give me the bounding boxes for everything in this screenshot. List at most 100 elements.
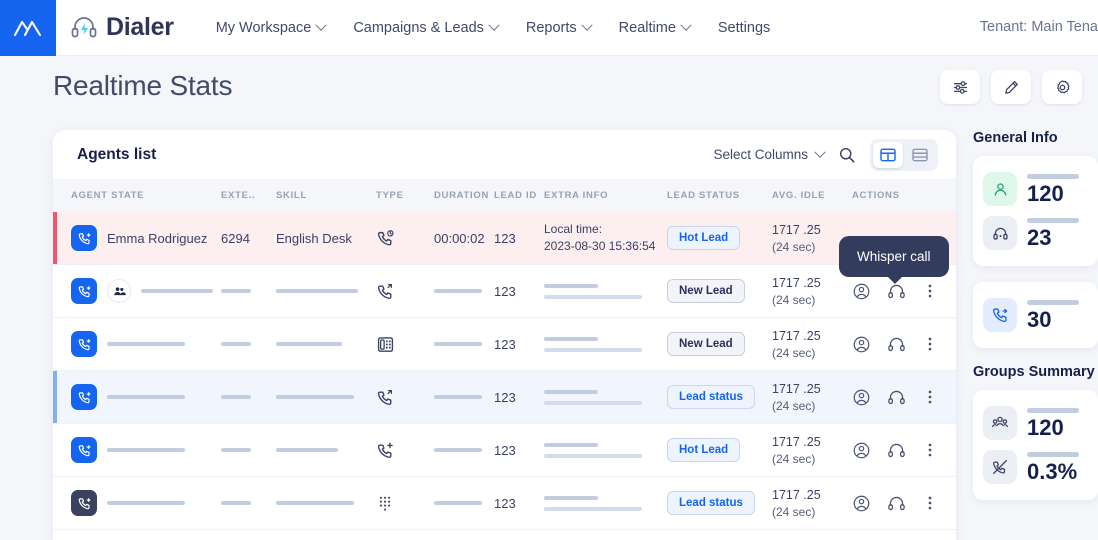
stat-value: 30 <box>1027 306 1052 332</box>
grid-view-icon <box>880 148 896 161</box>
nav-item-realtime[interactable]: Realtime <box>605 14 704 42</box>
extension-cell <box>221 289 276 293</box>
user-circle-icon <box>853 283 870 299</box>
user-circle-button[interactable] <box>852 494 871 513</box>
skill-placeholder <box>276 342 342 346</box>
column-duration: DURATION <box>434 190 490 201</box>
lead-id-cell: 123 <box>494 443 544 458</box>
stat-value: 120 <box>1027 414 1064 440</box>
list-view-button[interactable] <box>905 142 935 168</box>
status-badge[interactable]: Hot Lead <box>667 438 741 462</box>
duration-placeholder <box>434 342 482 346</box>
table-row[interactable]: 123 New Lead 1717 .25 (24 sec) <box>53 318 956 371</box>
filters-button[interactable] <box>940 70 980 104</box>
column-agent-state: AGENT STATE <box>71 190 145 201</box>
settings-button[interactable] <box>1042 70 1082 104</box>
skill-cell <box>276 289 376 293</box>
headphones-icon <box>888 284 905 298</box>
duration-cell <box>434 395 494 399</box>
lead-id-value: 123 <box>494 389 516 405</box>
nav-item-campaigns-leads[interactable]: Campaigns & Leads <box>339 14 512 42</box>
skill-placeholder <box>276 395 354 399</box>
type-cell <box>376 282 434 301</box>
table-row[interactable]: 123 Lead status 1717 .25 (24 sec) <box>53 371 956 424</box>
phone-forward-icon[interactable] <box>71 437 97 463</box>
more-vertical-button[interactable] <box>922 494 938 512</box>
skill-placeholder <box>276 501 354 505</box>
type-cell <box>376 494 434 512</box>
avg-idle-value: 1717 .25 <box>772 487 821 502</box>
column-extension: EXTE.. <box>221 190 256 201</box>
actions-cell <box>852 441 952 460</box>
duration-cell <box>434 501 494 505</box>
person-icon <box>983 172 1017 206</box>
card-header-tools: Select Columns <box>713 138 938 171</box>
status-badge[interactable]: New Lead <box>667 332 745 356</box>
agent-state-cell: Emma Rodriguez <box>53 225 221 251</box>
list-view-icon <box>912 148 928 161</box>
phone-forward-icon <box>78 338 91 350</box>
phone-forward-icon[interactable] <box>71 278 97 304</box>
phone-forward-icon <box>78 285 91 297</box>
phone-forward-icon[interactable] <box>71 331 97 357</box>
headphones-button[interactable] <box>887 441 906 460</box>
phone-forward-icon <box>78 391 91 403</box>
extension-placeholder <box>221 501 251 505</box>
user-circle-button[interactable] <box>852 335 871 354</box>
headphones-button[interactable] <box>887 388 906 407</box>
general-info-card: 120 23 <box>973 156 1098 266</box>
more-vertical-button[interactable] <box>922 282 938 300</box>
column-skill: SKILL <box>276 190 307 201</box>
more-vertical-button[interactable] <box>922 335 938 353</box>
table-row[interactable]: 123 New Lead 1717 .25 (24 sec) <box>53 265 956 318</box>
general-info-card-2: 30 <box>973 282 1098 348</box>
select-columns-dropdown[interactable]: Select Columns <box>713 146 826 162</box>
table-row[interactable]: Emma Rodriguez 6294 English Desk 00:00:0… <box>53 212 956 265</box>
skill-cell <box>276 342 376 346</box>
stat-value: 23 <box>1027 224 1052 250</box>
table-row[interactable]: 123 Hot Lead 1717 .25 (24 sec) <box>53 424 956 477</box>
avg-idle-cell: 1717 .25 (24 sec) <box>772 382 852 413</box>
nav-item-reports[interactable]: Reports <box>512 14 605 42</box>
brand: Dialer <box>56 13 182 42</box>
realtime-stats-page: Dialer My Workspace Campaigns & Leads Re… <box>0 0 1098 540</box>
avg-idle-seconds: (24 sec) <box>772 504 816 519</box>
user-circle-button[interactable] <box>852 388 871 407</box>
phone-forward-icon[interactable] <box>71 490 97 516</box>
agent-name-placeholder <box>107 501 185 505</box>
agent-state-cell <box>53 490 221 516</box>
nav-item-settings[interactable]: Settings <box>704 14 784 42</box>
nav-item-my-workspace[interactable]: My Workspace <box>202 14 340 42</box>
headphones-button[interactable] <box>887 335 906 354</box>
avg-idle-value: 1717 .25 <box>772 328 821 343</box>
more-vertical-button[interactable] <box>922 441 938 459</box>
status-badge[interactable]: Lead status <box>667 385 755 409</box>
actions-cell <box>852 388 952 407</box>
status-badge[interactable]: New Lead <box>667 279 745 303</box>
status-badge[interactable]: Lead status <box>667 491 755 515</box>
skill-cell <box>276 501 376 505</box>
extra-info-cell <box>544 495 667 511</box>
headphones-button[interactable] <box>887 282 906 301</box>
table-row[interactable]: 123 Lead status 1717 .25 (24 sec) <box>53 477 956 530</box>
headphones-button[interactable] <box>887 494 906 513</box>
edit-button[interactable] <box>991 70 1031 104</box>
search-button[interactable] <box>838 146 856 164</box>
phone-forward-icon[interactable] <box>71 384 97 410</box>
user-circle-button[interactable] <box>852 441 871 460</box>
actions-cell <box>852 335 952 354</box>
avg-idle-value: 1717 .25 <box>772 275 821 290</box>
stat-agents-total: 120 <box>983 167 1088 211</box>
status-badge[interactable]: Hot Lead <box>667 226 741 250</box>
phone-forward-icon[interactable] <box>71 225 97 251</box>
app-logo[interactable] <box>0 0 56 56</box>
grid-view-button[interactable] <box>873 141 903 168</box>
view-toggle <box>870 138 938 171</box>
phone-forward-icon <box>78 232 91 244</box>
more-vertical-button[interactable] <box>922 388 938 406</box>
user-circle-button[interactable] <box>852 282 871 301</box>
extension-placeholder <box>221 395 251 399</box>
agent-name-placeholder <box>107 448 185 452</box>
extra-info-cell: Local time: 2023-08-30 15:36:54 <box>544 221 667 256</box>
chevron-down-icon <box>680 19 692 31</box>
